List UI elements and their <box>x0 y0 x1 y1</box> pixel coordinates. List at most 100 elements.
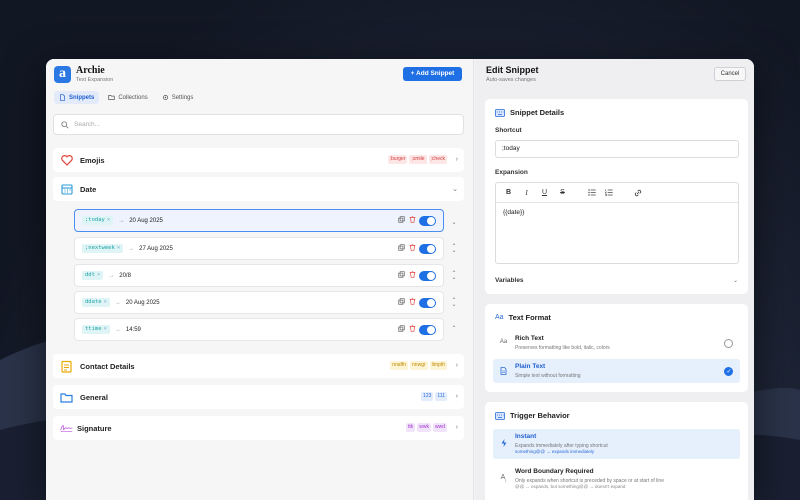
option-example: something@@ → expands immediately <box>515 449 595 454</box>
snippet-toggle[interactable] <box>419 271 436 281</box>
expansion-text: 27 Aug 2025 <box>139 245 173 252</box>
shortcut-chip: ;today × <box>82 216 114 225</box>
category-tags: nnaffn nnwgr limpth <box>390 361 447 370</box>
category-tags: 123 111 <box>421 392 447 401</box>
snippet-row[interactable]: ddt × → 20/8 <box>74 264 444 287</box>
category-emojis[interactable]: Emojis ;burger ;smile ;check › <box>53 148 464 172</box>
snippet-toggle[interactable] <box>419 244 436 254</box>
tag: ;check <box>428 155 447 164</box>
arrow-icon: → <box>114 299 121 306</box>
expansion-text: 20 Aug 2025 <box>125 299 160 306</box>
option-description: Simple text without formatting <box>515 373 581 379</box>
radio-button[interactable] <box>724 339 733 348</box>
card-heading: Snippet Details <box>495 108 564 117</box>
trash-icon[interactable] <box>409 298 416 305</box>
shortcut-text: ;nextweek <box>85 245 115 251</box>
instant-trigger-option[interactable]: Instant Expands immediately after typing… <box>493 429 740 459</box>
strikethrough-button[interactable]: S <box>558 189 567 196</box>
trash-icon[interactable] <box>409 216 416 223</box>
search-input[interactable] <box>74 121 434 128</box>
option-description: Preserves formatting like bold, italic, … <box>515 345 610 351</box>
tag: nnaffn <box>390 361 409 370</box>
radio-button-checked[interactable] <box>724 367 733 376</box>
folder-icon <box>108 95 115 100</box>
copy-icon[interactable] <box>398 271 405 278</box>
snippet-row[interactable]: ;nextweek × → 27 Aug 2025 <box>74 237 444 260</box>
lightning-icon <box>499 439 508 449</box>
copy-icon[interactable] <box>398 244 405 251</box>
rich-text-option[interactable]: Aa Rich Text Preserves formatting like b… <box>493 331 740 355</box>
tab-settings[interactable]: Settings <box>157 91 199 104</box>
trash-icon[interactable] <box>409 244 416 251</box>
chevron-down-icon[interactable]: ⌄ <box>733 277 738 284</box>
copy-icon[interactable] <box>398 325 405 332</box>
copy-icon[interactable] <box>398 298 405 305</box>
list-bullet-icon[interactable] <box>588 189 596 196</box>
shortcut-chip: ddate × <box>82 298 110 307</box>
move-up-icon[interactable]: ⌃ <box>450 326 458 332</box>
arrow-icon: → <box>108 272 115 279</box>
category-tags: ttk wwk wwd <box>405 423 447 432</box>
tag: 123 <box>421 392 434 401</box>
tag: nnwgr <box>410 361 428 370</box>
tag: 111 <box>435 392 447 401</box>
row-actions <box>398 244 416 251</box>
category-name: Contact Details <box>80 361 135 371</box>
plain-text-option[interactable]: Plain Text Simple text without formattin… <box>493 359 740 383</box>
underline-button[interactable]: U <box>540 189 549 196</box>
snippet-row[interactable]: ;today × → 20 Aug 2025 <box>74 209 444 232</box>
list-number-icon[interactable] <box>605 189 613 196</box>
snippet-row[interactable]: ttime × → 14:59 <box>74 318 444 341</box>
snippet-toggle[interactable] <box>419 298 436 308</box>
cancel-button[interactable]: Cancel <box>714 67 746 81</box>
search-icon <box>61 120 69 129</box>
category-general[interactable]: General 123 111 › <box>53 385 464 409</box>
link-icon[interactable] <box>634 189 642 197</box>
remove-icon: × <box>116 245 121 251</box>
calendar-icon <box>60 183 73 196</box>
category-name: General <box>80 392 108 402</box>
copy-icon[interactable] <box>398 216 405 223</box>
tab-snippets[interactable]: Snippets <box>54 91 100 104</box>
move-up-down-icon[interactable]: ⌃ ⌄ <box>450 298 458 308</box>
snippet-details-card: Snippet Details Shortcut ;today Expansio… <box>485 99 748 294</box>
trash-icon[interactable] <box>409 271 416 278</box>
document-icon <box>60 94 65 101</box>
tab-label: Collections <box>118 94 148 101</box>
expansion-text-area[interactable]: {{date}} <box>496 203 738 222</box>
row-actions <box>398 298 416 305</box>
move-up-down-icon[interactable]: ⌃ ⌄ <box>450 244 458 254</box>
category-signature[interactable]: Signature ttk wwk wwd › <box>53 416 464 440</box>
tag: wwk <box>417 423 431 432</box>
bold-button[interactable]: B <box>504 189 513 196</box>
row-actions <box>398 216 416 223</box>
tag: limpth <box>429 361 447 370</box>
snippet-toggle[interactable] <box>419 325 436 335</box>
variables-toggle[interactable]: Variables <box>495 277 524 284</box>
move-down-icon[interactable]: ⌄ <box>450 220 458 226</box>
snippet-toggle[interactable] <box>419 216 436 226</box>
option-title: Rich Text <box>515 335 544 342</box>
add-snippet-button[interactable]: + Add Snippet <box>403 67 462 81</box>
shortcut-field[interactable]: ;today <box>495 140 739 158</box>
app-window: a Archie Text Expansion + Add Snippet Sn… <box>46 59 754 500</box>
card-heading-text: Trigger Behavior <box>510 411 570 420</box>
document-icon <box>499 367 508 377</box>
snippet-row[interactable]: ddate × → 20 Aug 2025 <box>74 291 444 314</box>
chevron-down-icon: ⌄ <box>452 186 458 193</box>
category-date[interactable]: Date ⌄ <box>53 177 464 201</box>
card-heading: Trigger Behavior <box>495 411 570 420</box>
text-format-icon: Aa <box>499 339 508 345</box>
arrow-icon: → <box>114 326 121 333</box>
card-heading: Aa Text Format <box>495 313 551 322</box>
tab-collections[interactable]: Collections <box>103 91 152 104</box>
signature-icon <box>60 422 73 435</box>
category-contact-details[interactable]: Contact Details nnaffn nnwgr limpth › <box>53 354 464 378</box>
italic-button[interactable]: I <box>522 189 531 197</box>
word-boundary-option[interactable]: A| Word Boundary Required Only expands w… <box>493 464 740 494</box>
move-up-down-icon[interactable]: ⌃ ⌄ <box>450 271 458 281</box>
remove-icon: × <box>103 299 107 305</box>
trash-icon[interactable] <box>409 325 416 332</box>
keyboard-icon <box>495 108 505 117</box>
shortcut-chip: ;nextweek × <box>82 244 124 253</box>
